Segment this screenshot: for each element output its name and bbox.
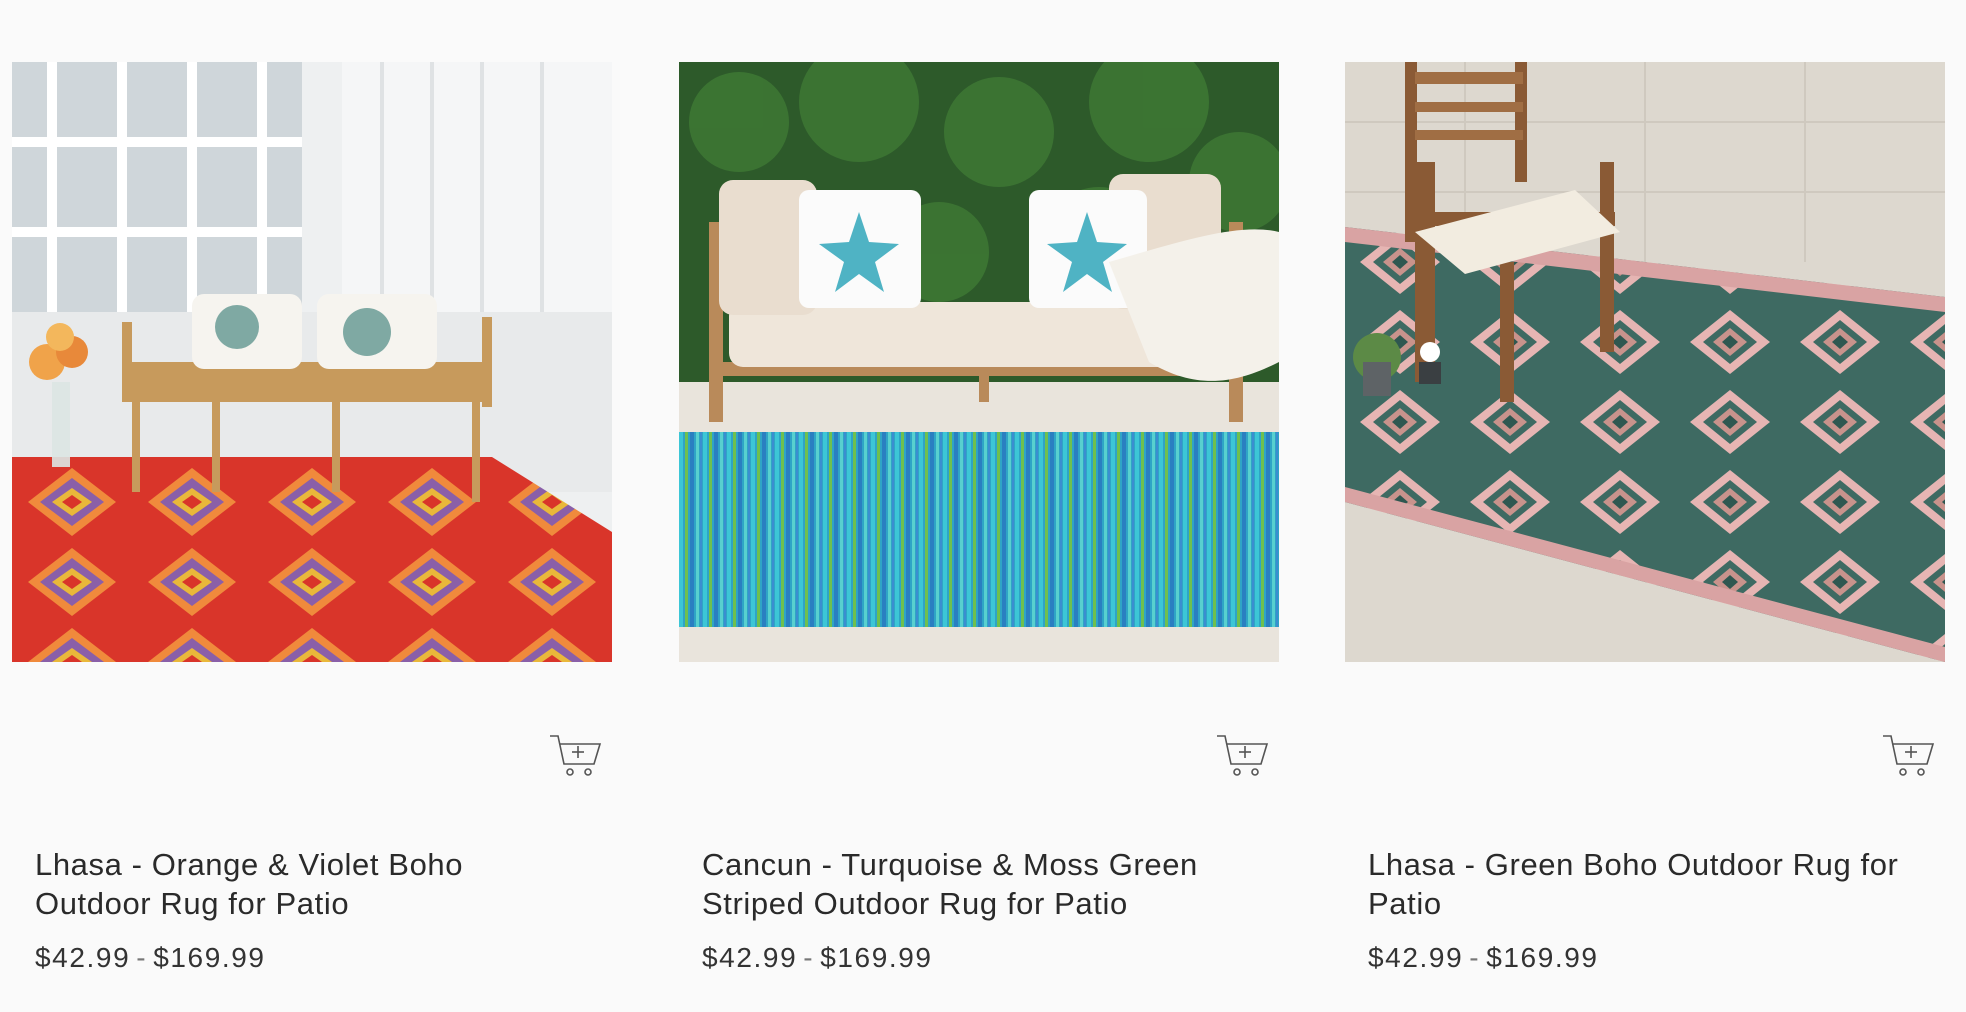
price-min: $42.99 bbox=[1368, 942, 1464, 973]
product-grid: Lhasa - Orange & Violet Boho Outdoor Rug… bbox=[0, 0, 1966, 1012]
product-title[interactable]: Cancun - Turquoise & Moss Green Striped … bbox=[702, 845, 1242, 923]
price-separator: - bbox=[136, 942, 148, 973]
cart-plus-icon bbox=[1883, 735, 1935, 776]
price-separator: - bbox=[1469, 942, 1481, 973]
price-separator: - bbox=[803, 942, 815, 973]
price-max: $169.99 bbox=[820, 942, 933, 973]
price-max: $169.99 bbox=[1486, 942, 1599, 973]
price-max: $169.99 bbox=[153, 942, 266, 973]
product-card: Cancun - Turquoise & Moss Green Striped … bbox=[679, 62, 1279, 1002]
product-title[interactable]: Lhasa - Orange & Violet Boho Outdoor Rug… bbox=[35, 845, 575, 923]
product-card: Lhasa - Orange & Violet Boho Outdoor Rug… bbox=[12, 62, 612, 1002]
price-min: $42.99 bbox=[702, 942, 798, 973]
product-card: Lhasa - Green Boho Outdoor Rug for Patio… bbox=[1345, 62, 1945, 1002]
price-min: $42.99 bbox=[35, 942, 131, 973]
cart-plus-icon bbox=[550, 735, 602, 776]
add-to-cart-button[interactable] bbox=[1215, 732, 1271, 778]
add-to-cart-button[interactable] bbox=[1881, 732, 1937, 778]
product-title[interactable]: Lhasa - Green Boho Outdoor Rug for Patio bbox=[1368, 845, 1908, 923]
product-price: $42.99- $169.99 bbox=[1368, 942, 1599, 974]
add-to-cart-button[interactable] bbox=[548, 732, 604, 778]
product-image[interactable] bbox=[12, 62, 612, 662]
product-price: $42.99- $169.99 bbox=[702, 942, 933, 974]
product-price: $42.99- $169.99 bbox=[35, 942, 266, 974]
product-image[interactable] bbox=[1345, 62, 1945, 662]
cart-plus-icon bbox=[1217, 735, 1269, 776]
product-image[interactable] bbox=[679, 62, 1279, 662]
